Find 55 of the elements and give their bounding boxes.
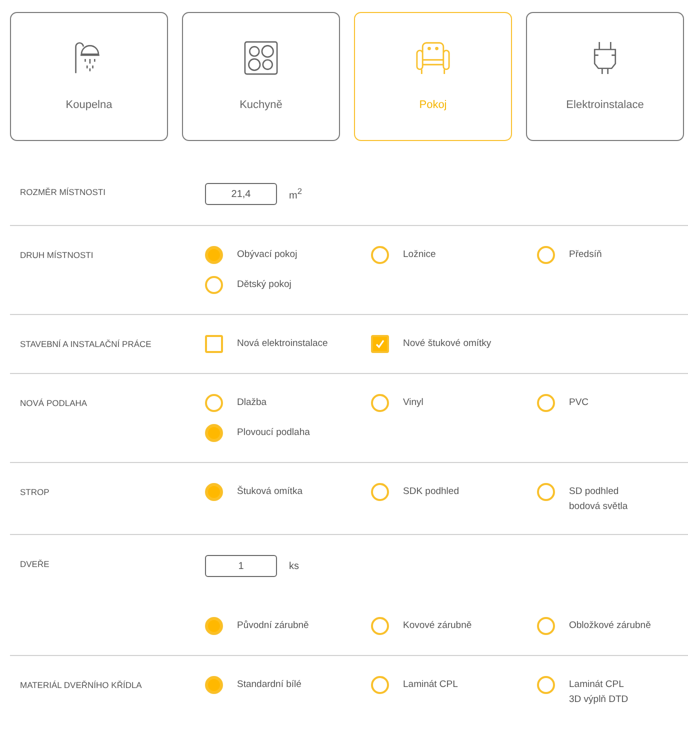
- category-tab[interactable]: Elektroinstalace: [526, 12, 684, 141]
- option-label: Dětský pokoj: [237, 278, 292, 292]
- section-label: NOVÁ PODLAHA: [19, 397, 88, 410]
- option-label: Vinyl: [403, 396, 424, 410]
- radio-button[interactable]: [205, 276, 223, 294]
- cooktop-icon: [244, 41, 278, 75]
- radio-button[interactable]: [205, 424, 223, 442]
- option-label: Nové štukové omítky: [403, 337, 492, 351]
- option-label: Standardní bílé: [237, 678, 302, 692]
- option-label: Předsíň: [569, 248, 602, 262]
- radio-button[interactable]: [537, 394, 555, 412]
- radio-button[interactable]: [371, 676, 389, 694]
- option-label: SDK podhled: [403, 485, 459, 499]
- radio-button[interactable]: [537, 246, 555, 264]
- option-label: Nová elektroinstalace: [237, 337, 328, 351]
- section-label: MATERIÁL DVEŘNÍHO KŘÍDLA: [19, 679, 143, 692]
- radio-button[interactable]: [205, 394, 223, 412]
- radio-button[interactable]: [205, 483, 223, 501]
- section-label: DVEŘE: [19, 558, 50, 571]
- option-label: Laminát CPL: [403, 678, 458, 692]
- number-field[interactable]: 21,4: [205, 183, 277, 205]
- radio-button[interactable]: [205, 617, 223, 635]
- option-label: Obývací pokoj: [237, 248, 298, 262]
- radio-button[interactable]: [371, 483, 389, 501]
- option-label: Štuková omítka: [237, 484, 302, 499]
- radio-button[interactable]: [537, 676, 555, 694]
- option-label: PVC: [569, 396, 589, 410]
- section-label: STROP: [19, 486, 50, 499]
- radio-button[interactable]: [371, 617, 389, 635]
- number-field[interactable]: 1: [205, 555, 277, 577]
- radio-button[interactable]: [371, 394, 389, 412]
- category-tab[interactable]: Kuchyně: [182, 12, 340, 141]
- option-label: Ložnice: [403, 248, 436, 262]
- unit-label: ks: [289, 560, 299, 572]
- checkbox[interactable]: [371, 335, 389, 353]
- radio-button[interactable]: [205, 246, 223, 264]
- section-label: ROZMĚR MÍSTNOSTI: [19, 186, 106, 199]
- option-label: Kovové zárubně: [403, 619, 472, 633]
- check-icon: [375, 339, 385, 349]
- radio-button[interactable]: [537, 483, 555, 501]
- option-label: Laminát CPL 3D výplň DTD: [569, 678, 628, 707]
- option-label: Plovoucí podlaha: [237, 426, 310, 440]
- option-label: Obložkové zárubně: [569, 619, 651, 633]
- option-label: SD podhled bodová světla: [569, 485, 628, 514]
- radio-button[interactable]: [205, 676, 223, 694]
- checkbox[interactable]: [205, 335, 223, 353]
- option-label: Dlažba: [237, 396, 267, 410]
- unit-label: m$^{2}$: [289, 186, 302, 202]
- section-label: STAVEBNÍ A INSTALAČNÍ PRÁCE: [19, 338, 152, 351]
- radio-button[interactable]: [537, 617, 555, 635]
- armchair-icon: [416, 41, 450, 75]
- option-label: Původní zárubně: [237, 619, 309, 633]
- category-tab[interactable]: Koupelna: [10, 12, 168, 141]
- section-label: DRUH MÍSTNOSTI: [19, 249, 94, 262]
- radio-button[interactable]: [371, 246, 389, 264]
